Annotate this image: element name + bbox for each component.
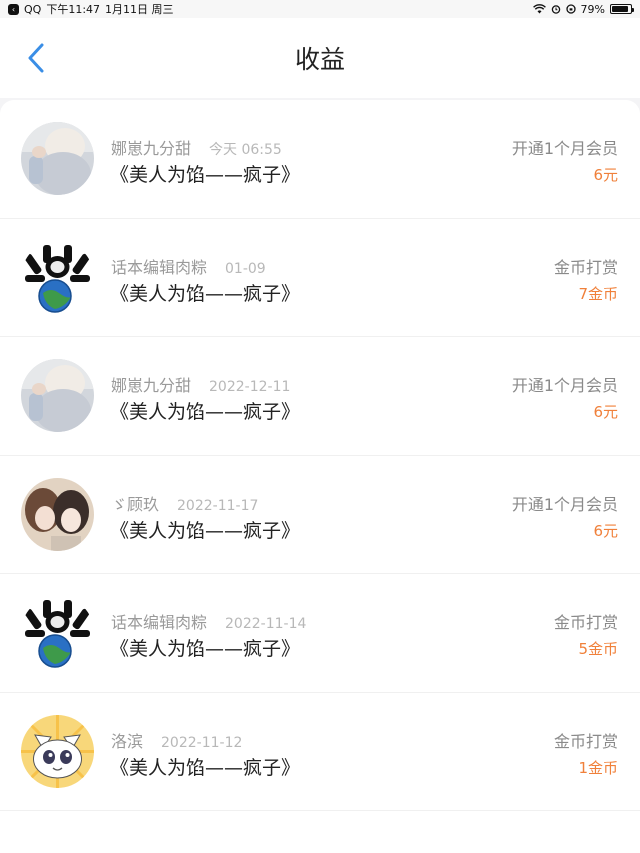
row-meta: 话本编辑肉粽 2022-11-14	[111, 609, 306, 633]
status-bar: ‹ QQ 下午11:47 1月11日 周三 79%	[0, 0, 640, 18]
reward-type: 金币打赏	[553, 257, 618, 277]
book-title[interactable]: 《美人为馅——疯子》	[110, 634, 300, 661]
avatar-anime-couple[interactable]	[21, 477, 94, 551]
wifi-icon	[532, 4, 546, 14]
earnings-list[interactable]: 娜崽九分甜 今天 06:55 《美人为馅——疯子》 开通1个月会员 6元 话本编辑肉粽 01…	[0, 100, 640, 853]
reward-type: 开通1个月会员	[511, 376, 618, 395]
post-date: 01-09	[225, 260, 266, 277]
post-date: 2022-11-12	[161, 734, 243, 751]
reward-type: 金币打赏	[553, 731, 618, 751]
reward-type: 开通1个月会员	[511, 494, 618, 514]
post-date: 2022-11-17	[177, 497, 259, 514]
battery-icon	[610, 4, 634, 14]
book-title[interactable]: 《美人为馅——疯子》	[110, 160, 300, 187]
row-meta: 话本编辑肉粽 01-09	[111, 254, 266, 278]
avatar-cat-hood[interactable]	[21, 122, 94, 195]
row-meta: 娜崽九分甜 2022-12-11	[111, 372, 290, 396]
list-item[interactable]: ゞ顾玖 2022-11-17 《美人为馅——疯子》 开通1个月会员 6元	[0, 456, 640, 574]
post-date: 今天 06:55	[209, 142, 282, 158]
avatar-earth-dogs[interactable]	[21, 596, 94, 669]
back-to-app-icon[interactable]: ‹	[8, 3, 19, 15]
page-title: 收益	[294, 45, 345, 74]
status-date: 1月11日 周三	[105, 3, 174, 16]
reward-amount: 6元	[593, 403, 618, 421]
user-name[interactable]: ゞ顾玖	[111, 491, 159, 515]
rotation-lock-icon	[565, 4, 576, 14]
status-app-label[interactable]: QQ	[24, 3, 41, 16]
reward-amount: 6元	[593, 521, 618, 540]
avatar-cartoon-cat[interactable]	[21, 714, 94, 788]
back-button[interactable]	[18, 40, 54, 76]
post-date: 2022-11-14	[225, 616, 307, 632]
alarm-icon	[551, 5, 560, 14]
row-meta: ゞ顾玖 2022-11-17	[111, 491, 258, 515]
avatar-cat-hood[interactable]	[21, 359, 94, 432]
row-meta: 娜崽九分甜 今天 06:55	[111, 135, 282, 159]
status-time: 下午11:47	[46, 3, 101, 16]
status-left: ‹ QQ 下午11:47 1月11日 周三	[8, 1, 174, 17]
book-title[interactable]: 《美人为馅——疯子》	[110, 516, 300, 543]
reward-amount: 6元	[593, 166, 618, 184]
book-title[interactable]: 《美人为馅——疯子》	[110, 279, 300, 306]
reward-amount: 5金币	[578, 640, 618, 658]
reward-amount: 7金币	[578, 284, 618, 303]
user-name[interactable]: 洛滨	[111, 728, 143, 752]
status-right: 79%	[532, 2, 634, 16]
reward-type: 开通1个月会员	[511, 139, 618, 158]
row-meta: 洛滨 2022-11-12	[111, 728, 242, 752]
list-item[interactable]: 话本编辑肉粽 2022-11-14 《美人为馅——疯子》 金币打赏 5金币	[0, 574, 640, 693]
book-title[interactable]: 《美人为馅——疯子》	[110, 753, 300, 780]
reward-type: 金币打赏	[553, 613, 618, 632]
user-name[interactable]: 话本编辑肉粽	[111, 254, 207, 278]
nav-bar: 收益	[0, 18, 640, 98]
user-name[interactable]: 娜崽九分甜	[111, 135, 191, 159]
list-item[interactable]: 话本编辑肉粽 01-09 《美人为馅——疯子》 金币打赏 7金币	[0, 219, 640, 337]
list-item[interactable]: 娜崽九分甜 今天 06:55 《美人为馅——疯子》 开通1个月会员 6元	[0, 100, 640, 219]
post-date: 2022-12-11	[209, 379, 291, 395]
chevron-left-icon	[28, 43, 44, 73]
list-item[interactable]: 娜崽九分甜 2022-12-11 《美人为馅——疯子》 开通1个月会员 6元	[0, 337, 640, 456]
battery-percent: 79%	[580, 2, 605, 16]
battery-fill	[612, 6, 628, 12]
book-title[interactable]: 《美人为馅——疯子》	[110, 397, 300, 424]
avatar-earth-dogs[interactable]	[21, 240, 94, 314]
user-name[interactable]: 娜崽九分甜	[111, 372, 191, 396]
reward-amount: 1金币	[578, 758, 618, 777]
user-name[interactable]: 话本编辑肉粽	[111, 609, 207, 633]
list-item[interactable]: 洛滨 2022-11-12 《美人为馅——疯子》 金币打赏 1金币	[0, 693, 640, 811]
